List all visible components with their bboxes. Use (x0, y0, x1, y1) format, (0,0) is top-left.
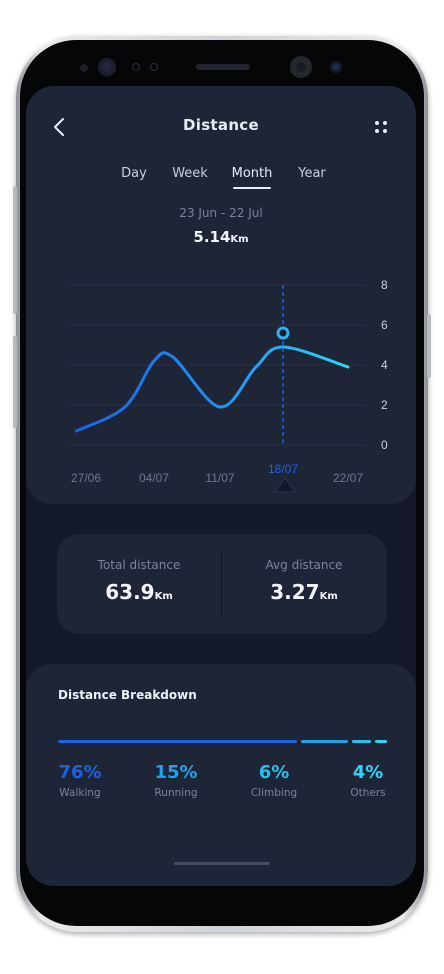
walking-percent: 76% (58, 762, 102, 783)
page-title: Distance (183, 116, 259, 134)
selected-point-marker[interactable] (276, 326, 290, 340)
others-percent: 4% (352, 762, 384, 783)
earpiece-speaker (196, 64, 250, 70)
tab-year[interactable]: Year (294, 166, 330, 181)
breakdown-bar-segment (375, 740, 387, 743)
distance-stats-card: Total distance 63.9Km Avg distance 3.27K… (57, 534, 387, 634)
tab-month[interactable]: Month (230, 166, 274, 181)
running-label: Running (154, 787, 198, 799)
y-tick-label: 6 (381, 318, 388, 332)
grid-menu-button[interactable] (374, 120, 390, 136)
grid-dot-icon (375, 121, 379, 125)
sensor-dot-icon (150, 63, 158, 71)
period-total-distance: 5.14Km (26, 228, 416, 246)
avg-distance-value: 3.27Km (222, 580, 386, 604)
total-distance-value: 63.9Km (57, 580, 221, 604)
distance-line-chart[interactable]: 8 6 4 2 0 27/06 04/07 11/07 18/07 22/07 (26, 266, 416, 506)
x-tick-label[interactable]: 04/07 (139, 471, 169, 485)
breakdown-item-running: 15% Running (144, 762, 208, 799)
running-percent: 15% (154, 762, 198, 783)
tab-week[interactable]: Week (170, 166, 210, 181)
total-distance-number: 63.9 (105, 580, 155, 604)
distance-breakdown-card: Distance Breakdown 76% Walking 15% Runni… (26, 664, 416, 886)
grid-dot-icon (375, 129, 379, 133)
total-distance-stat: Total distance 63.9Km (57, 558, 221, 604)
y-tick-label: 4 (381, 358, 388, 372)
active-tab-indicator (233, 187, 271, 189)
app-screen: Distance Day Week Month Year 23 Jun - 22… (26, 86, 416, 886)
walking-label: Walking (59, 787, 101, 799)
breakdown-bar-segment (301, 740, 348, 743)
breakdown-item-others: 4% Others (340, 762, 396, 799)
period-total-unit: Km (230, 234, 249, 245)
total-distance-label: Total distance (97, 558, 181, 572)
avg-distance-label: Avg distance (265, 558, 343, 572)
x-tick-label[interactable]: 18/07 (268, 462, 298, 476)
distance-series-line (74, 345, 350, 433)
side-button-volume-down (13, 336, 17, 428)
avg-distance-unit: Km (319, 591, 338, 602)
iris-scanner-icon (98, 58, 116, 76)
breakdown-item-walking: 76% Walking (50, 762, 110, 799)
y-tick-label: 0 (381, 438, 388, 452)
total-distance-unit: Km (154, 591, 173, 602)
avg-distance-stat: Avg distance 3.27Km (222, 558, 386, 604)
sensor-dot-icon (132, 63, 140, 71)
avg-distance-number: 3.27 (270, 580, 320, 604)
period-total-value: 5.14 (193, 228, 231, 246)
breakdown-item-climbing: 6% Climbing (244, 762, 304, 799)
breakdown-bar-segment (58, 740, 297, 743)
x-tick-label[interactable]: 22/07 (333, 471, 363, 485)
front-camera-icon (290, 56, 312, 78)
period-tabs: Day Week Month Year (26, 166, 416, 192)
y-tick-label: 2 (381, 398, 388, 412)
selected-point-pointer (274, 477, 296, 493)
home-indicator[interactable] (174, 862, 270, 865)
tab-day[interactable]: Day (118, 166, 150, 181)
grid-dot-icon (383, 121, 387, 125)
x-tick-label[interactable]: 27/06 (71, 471, 101, 485)
breakdown-title: Distance Breakdown (58, 688, 197, 702)
climbing-percent: 6% (258, 762, 290, 783)
sensor-dot-icon (80, 64, 88, 72)
x-tick-label[interactable]: 11/07 (205, 471, 234, 485)
date-range: 23 Jun - 22 Jul (179, 206, 263, 220)
breakdown-bar-segment (352, 740, 371, 743)
side-button-volume-up (13, 186, 17, 314)
climbing-label: Climbing (250, 787, 298, 799)
side-button-power (427, 314, 431, 378)
front-sensor-icon (330, 61, 342, 73)
y-tick-label: 8 (381, 278, 388, 292)
others-label: Others (350, 787, 386, 799)
distance-header-card: Distance Day Week Month Year 23 Jun - 22… (26, 86, 416, 504)
grid-dot-icon (383, 129, 387, 133)
